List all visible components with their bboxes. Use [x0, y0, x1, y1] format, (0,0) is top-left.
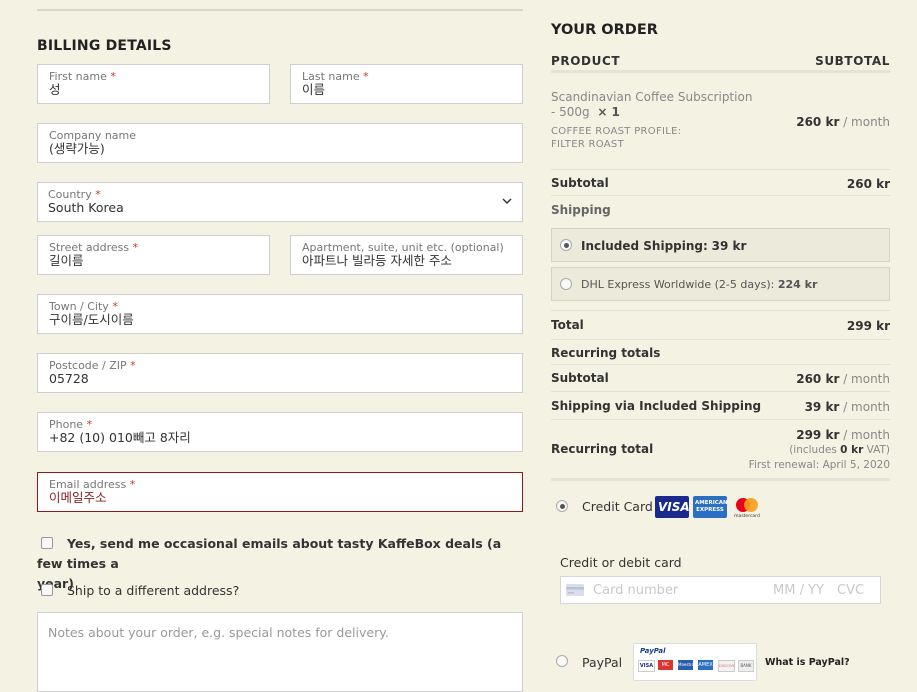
order-notes-textarea[interactable]: Notes about your order, e.g. special not… — [37, 612, 523, 692]
shipping-option-dhl-label: DHL Express Worldwide (2-5 days): 224 kr — [581, 278, 818, 291]
last-name-value: 이름 — [302, 82, 326, 97]
visa-logo: VISA — [655, 496, 690, 518]
postcode-field[interactable]: Postcode / ZIP * 05728 — [37, 353, 523, 393]
expiry-placeholder: MM / YY — [773, 583, 824, 598]
card-input[interactable]: Card number MM / YY CVC — [560, 576, 881, 604]
paypal-acceptance-mark: PayPal VISA MC Maestro AMEX DISCOVER BAN… — [633, 643, 757, 681]
subtotal-value: 260 kr — [846, 177, 890, 191]
last-name-field[interactable]: Last name * 이름 — [290, 64, 523, 104]
email-label: Email address * — [49, 478, 136, 491]
country-select[interactable]: Country * South Korea — [37, 182, 523, 222]
divider — [551, 419, 890, 420]
company-name-label: Company name — [49, 129, 137, 142]
item-name-line2: - 500g × 1 — [551, 105, 620, 119]
recurring-total-value: 299 kr / month — [796, 428, 890, 442]
vat-note: (includes 0 kr VAT) — [789, 444, 890, 456]
newsletter-checkbox[interactable] — [41, 537, 53, 549]
apartment-field[interactable]: Apartment, suite, unit etc. (optional) 아… — [290, 235, 523, 275]
amex-logo: AMERICAN EXPRESS — [693, 496, 728, 518]
ship-different-option: Ship to a different address? — [37, 582, 239, 600]
phone-field[interactable]: Phone * +82 (10) 010빼고 8자리 — [37, 412, 523, 452]
paypal-label: PayPal — [582, 655, 623, 670]
card-icon — [566, 584, 584, 596]
product-column-header: PRODUCT — [551, 54, 621, 68]
item-quantity: × 1 — [597, 105, 620, 119]
newsletter-label: Yes, send me occasional emails about tas… — [37, 536, 502, 571]
item-meta-value: FILTER ROAST — [551, 139, 624, 150]
first-renewal: First renewal: April 5, 2020 — [748, 459, 890, 471]
company-name-field[interactable]: Company name (생략가능) — [37, 123, 523, 163]
total-value: 299 kr — [846, 319, 890, 333]
recurring-shipping-value: 39 kr / month — [804, 400, 890, 414]
billing-details-heading: BILLING DETAILS — [37, 38, 172, 54]
street-address-value: 길이름 — [49, 253, 84, 268]
what-is-paypal-link[interactable]: What is PayPal? — [765, 657, 850, 668]
city-value: 구이름/도시이름 — [49, 312, 134, 327]
order-header-divider — [551, 70, 890, 73]
country-value: South Korea — [48, 200, 124, 215]
email-value: 이메일주소 — [49, 490, 107, 505]
recurring-subtotal-value: 260 kr / month — [796, 372, 890, 386]
company-name-value: (생략가능) — [49, 141, 105, 156]
postcode-label: Postcode / ZIP * — [49, 359, 136, 372]
divider — [551, 169, 890, 170]
first-name-label: First name * — [49, 70, 116, 83]
divider — [551, 195, 890, 196]
card-number-placeholder: Card number — [593, 583, 679, 598]
divider — [551, 364, 890, 365]
divider — [551, 391, 890, 392]
item-meta-label: COFFEE ROAST PROFILE: — [551, 126, 682, 137]
recurring-subtotal-label: Subtotal — [551, 371, 609, 385]
divider — [551, 310, 890, 311]
email-field[interactable]: Email address * 이메일주소 — [37, 472, 523, 512]
top-divider — [37, 9, 523, 11]
phone-value: +82 (10) 010빼고 8자리 — [49, 430, 191, 445]
credit-card-label: Credit Card — [582, 499, 653, 514]
chevron-down-icon — [502, 198, 512, 205]
item-price: 260 kr / month — [796, 115, 890, 129]
shipping-radio-dhl[interactable] — [560, 278, 572, 290]
svg-text:mastercard: mastercard — [734, 513, 760, 518]
cvc-placeholder: CVC — [837, 583, 865, 598]
shipping-option-included-label: Included Shipping: 39 kr — [581, 239, 747, 253]
divider — [551, 339, 890, 340]
last-name-label: Last name * — [302, 70, 369, 83]
first-name-value: 성 — [49, 82, 61, 97]
total-label: Total — [551, 318, 584, 332]
shipping-radio-included[interactable] — [560, 239, 572, 251]
paypal-radio[interactable] — [556, 655, 568, 667]
credit-card-radio[interactable] — [556, 500, 568, 512]
city-field[interactable]: Town / City * 구이름/도시이름 — [37, 294, 523, 334]
your-order-heading: YOUR ORDER — [551, 22, 658, 38]
subtotal-label: Subtotal — [551, 176, 609, 190]
card-section-title: Credit or debit card — [560, 555, 682, 570]
postcode-value: 05728 — [49, 371, 89, 386]
item-name-line1: Scandinavian Coffee Subscription — [551, 90, 753, 104]
recurring-shipping-label: Shipping via Included Shipping — [551, 399, 762, 413]
recurring-total-label: Recurring total — [551, 442, 654, 456]
street-address-field[interactable]: Street address * 길이름 — [37, 235, 270, 275]
ship-different-checkbox[interactable] — [41, 584, 53, 596]
order-notes-placeholder: Notes about your order, e.g. special not… — [48, 625, 389, 640]
shipping-option-included[interactable]: Included Shipping: 39 kr — [551, 228, 890, 262]
ship-different-label: Ship to a different address? — [67, 583, 240, 598]
apartment-value: 아파트나 빌라등 자세한 주소 — [302, 253, 452, 268]
subtotal-column-header: SUBTOTAL — [815, 54, 890, 68]
first-name-field[interactable]: First name * 성 — [37, 64, 270, 104]
mastercard-logo: mastercard — [734, 498, 760, 518]
order-bottom-divider — [551, 478, 890, 481]
shipping-label: Shipping — [551, 203, 611, 217]
shipping-option-dhl[interactable]: DHL Express Worldwide (2-5 days): 224 kr — [551, 267, 890, 301]
recurring-totals-heading: Recurring totals — [551, 346, 661, 360]
